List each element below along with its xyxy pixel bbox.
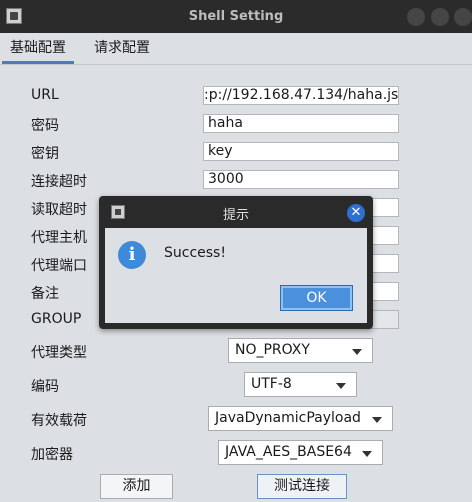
info-icon: i (118, 241, 146, 269)
url-field[interactable]: :p://192.168.47.134/haha.jsp (203, 86, 399, 105)
test-connection-button[interactable]: 测试连接 (257, 474, 347, 499)
add-button[interactable]: 添加 (100, 474, 173, 499)
connect-timeout-field[interactable]: 3000 (203, 170, 399, 189)
chevron-down-icon (352, 349, 362, 355)
chevron-down-icon (336, 383, 346, 389)
proxy-type-value: NO_PROXY (235, 342, 310, 358)
close-icon[interactable]: ✕ (347, 204, 365, 222)
proxy-type-select[interactable]: NO_PROXY (228, 338, 373, 363)
encoding-label: 编码 (31, 379, 59, 395)
close-window-button[interactable] (454, 8, 472, 26)
tab-bar: 基础配置 请求配置 (0, 33, 472, 65)
read-timeout-label: 读取超时 (31, 202, 87, 218)
encryptor-value: JAVA_AES_BASE64 (225, 444, 352, 460)
ok-button[interactable]: OK (280, 285, 353, 311)
window-title: Shell Setting (188, 9, 284, 24)
maximize-button[interactable] (431, 8, 449, 26)
proxy-type-label: 代理类型 (31, 345, 87, 361)
url-label: URL (31, 87, 59, 103)
payload-label: 有效载荷 (31, 413, 87, 429)
dialog-message: Success! (164, 245, 226, 261)
minimize-button[interactable] (407, 8, 425, 26)
dialog-title-bar: 提示 ✕ (99, 196, 373, 228)
encoding-select[interactable]: UTF-8 (244, 372, 357, 397)
payload-value: JavaDynamicPayload (215, 410, 361, 426)
chevron-down-icon (372, 417, 382, 423)
secret-key-label: 密钥 (31, 146, 59, 162)
proxy-host-label: 代理主机 (31, 230, 87, 246)
group-label: GROUP (31, 311, 82, 327)
password-field[interactable]: haha (203, 114, 399, 133)
info-dialog: 提示 ✕ i Success! OK (99, 196, 373, 329)
chevron-down-icon (362, 451, 372, 457)
encryptor-select[interactable]: JAVA_AES_BASE64 (218, 440, 383, 465)
connect-timeout-label: 连接超时 (31, 174, 87, 190)
tab-basic-config[interactable]: 基础配置 (2, 33, 74, 64)
title-bar: Shell Setting (0, 0, 472, 33)
tab-request-config[interactable]: 请求配置 (86, 33, 158, 64)
payload-select[interactable]: JavaDynamicPayload (208, 406, 393, 431)
encryptor-label: 加密器 (31, 447, 73, 463)
dialog-title: 提示 (222, 208, 249, 223)
secret-key-field[interactable]: key (203, 142, 399, 161)
encoding-value: UTF-8 (251, 376, 292, 392)
proxy-port-label: 代理端口 (31, 258, 87, 274)
dialog-body: i Success! OK (105, 228, 367, 323)
password-label: 密码 (31, 118, 59, 134)
remark-label: 备注 (31, 286, 59, 302)
